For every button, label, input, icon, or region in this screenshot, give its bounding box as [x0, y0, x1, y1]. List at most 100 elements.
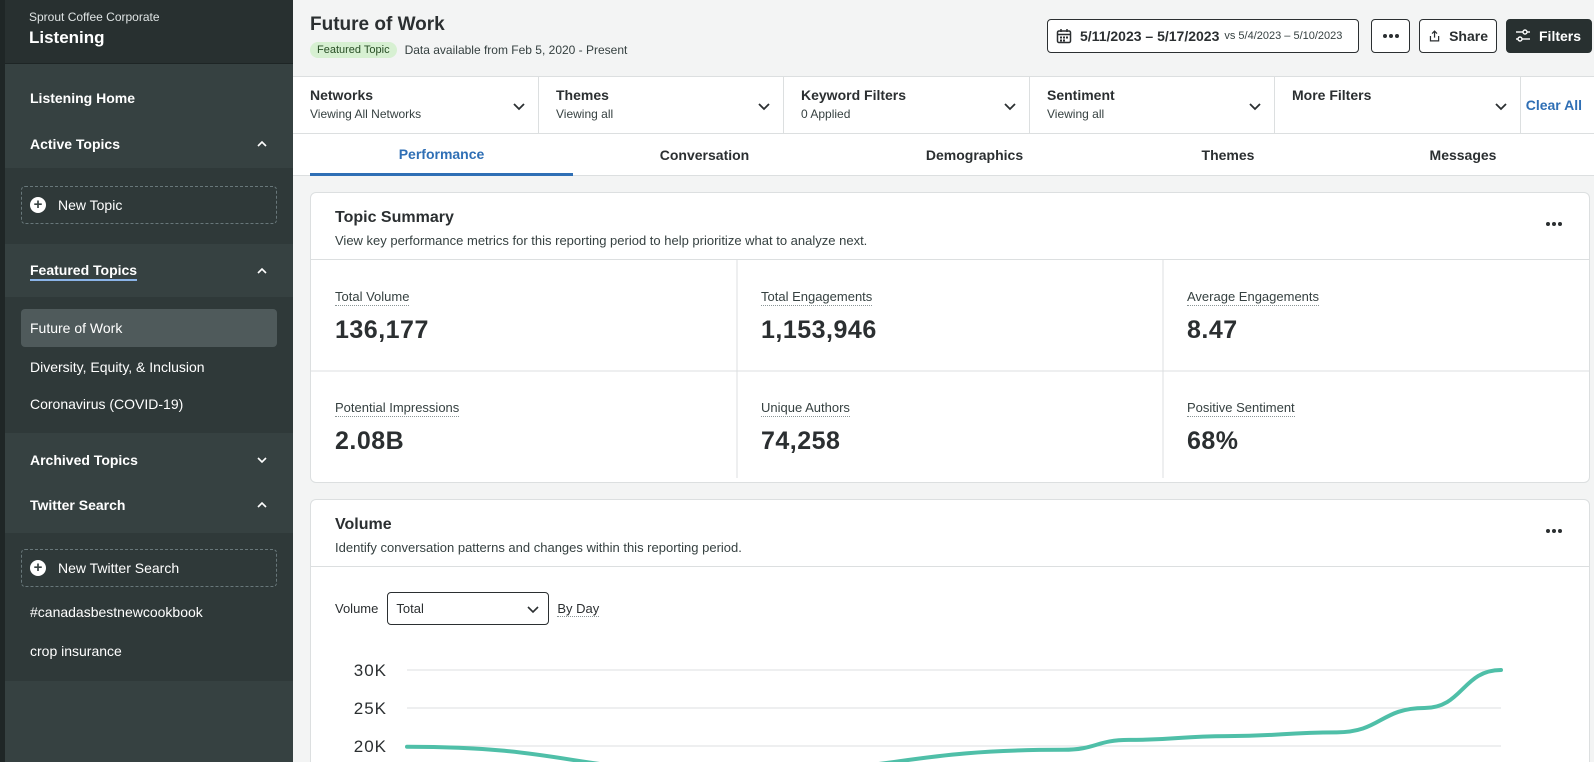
featured-topic-badge: Featured Topic [310, 42, 397, 58]
sidebar-item-label: Listening Home [30, 90, 136, 106]
card-description: View key performance metrics for this re… [335, 233, 868, 248]
featured-topic-item-selected[interactable]: Future of Work [21, 309, 277, 347]
tab-conversation[interactable]: Conversation [573, 134, 836, 176]
tab-themes[interactable]: Themes [1113, 134, 1343, 176]
calendar-icon [1056, 29, 1072, 44]
metric-total-volume: Total Volume 136,177 [311, 260, 737, 369]
card-title: Topic Summary [335, 209, 454, 226]
chevron-down-icon [513, 103, 525, 111]
filter-title: Sentiment [1047, 87, 1115, 103]
volume-type-select[interactable]: Total [387, 592, 550, 625]
filters-label: Filters [1539, 28, 1582, 44]
metric-label[interactable]: Total Engagements [761, 289, 873, 306]
filter-bar: Networks Viewing All Networks Themes Vie… [293, 76, 1594, 134]
volume-control-label: Volume [335, 601, 379, 616]
topic-meta: Featured Topic Data available from Feb 5… [310, 42, 627, 58]
section-label: Featured Topics [30, 262, 138, 281]
tab-messages[interactable]: Messages [1343, 134, 1583, 176]
card-more-button[interactable] [1545, 215, 1563, 227]
chevron-up-icon [257, 501, 267, 508]
y-tick-label: 25K [354, 699, 387, 718]
comparison-range-label: vs 5/4/2023 – 5/10/2023 [1224, 30, 1343, 42]
featured-topic-item[interactable]: Coronavirus (COVID-19) [5, 394, 293, 414]
filter-value: Viewing All Networks [310, 107, 422, 121]
sidebar-item-listening-home[interactable]: Listening Home [5, 88, 293, 108]
filter-themes[interactable]: Themes Viewing all [539, 77, 784, 134]
filter-value: Viewing all [1047, 107, 1105, 121]
filter-sentiment[interactable]: Sentiment Viewing all [1030, 77, 1275, 134]
more-horizontal-icon [1382, 34, 1399, 38]
main-content: Future of Work Featured Topic Data avail… [293, 0, 1594, 762]
chevron-down-icon [257, 457, 267, 464]
new-topic-button[interactable]: + New Topic [21, 186, 277, 224]
filter-title: Themes [556, 87, 609, 103]
sidebar-section-active-topics[interactable]: Active Topics [5, 134, 293, 154]
featured-topic-label: Coronavirus (COVID-19) [30, 396, 184, 412]
filters-button[interactable]: Filters [1506, 19, 1592, 53]
featured-topic-label: Future of Work [30, 320, 123, 336]
sidebar-section-archived-topics[interactable]: Archived Topics [5, 450, 293, 470]
metric-label[interactable]: Potential Impressions [335, 400, 460, 417]
tab-demographics[interactable]: Demographics [836, 134, 1113, 176]
plus-circle-icon: + [30, 560, 46, 576]
page-title: Future of Work [310, 14, 445, 35]
metric-value: 1,153,946 [761, 316, 877, 344]
chevron-down-icon [527, 605, 539, 613]
granularity-label[interactable]: By Day [557, 601, 600, 617]
filter-title: Networks [310, 87, 374, 103]
share-button[interactable]: Share [1419, 19, 1497, 53]
volume-series-line [405, 668, 1503, 762]
date-range-button[interactable]: 5/11/2023 – 5/17/2023 vs 5/4/2023 – 5/10… [1047, 19, 1359, 53]
chevron-up-icon [257, 140, 267, 147]
new-twitter-search-label: New Twitter Search [58, 560, 180, 576]
metric-positive-sentiment: Positive Sentiment 68% [1163, 371, 1589, 480]
filter-keyword[interactable]: Keyword Filters 0 Applied [784, 77, 1030, 134]
chevron-down-icon [1495, 103, 1507, 111]
chevron-down-icon [758, 103, 770, 111]
tab-performance[interactable]: Performance [310, 134, 573, 176]
metric-label[interactable]: Positive Sentiment [1187, 400, 1295, 417]
card-divider [311, 566, 1589, 567]
card-title: Volume [335, 516, 392, 533]
report-tabs: Performance Conversation Demographics Th… [293, 134, 1594, 176]
metric-value: 8.47 [1187, 316, 1238, 344]
metric-unique-authors: Unique Authors 74,258 [737, 371, 1163, 480]
more-horizontal-icon [1546, 222, 1562, 226]
share-label: Share [1449, 28, 1488, 44]
chevron-up-icon [257, 267, 267, 274]
plus-circle-icon: + [30, 197, 46, 213]
y-tick-label: 30K [354, 661, 387, 680]
metric-potential-impressions: Potential Impressions 2.08B [311, 371, 737, 480]
filter-value: 0 Applied [801, 107, 851, 121]
filter-more[interactable]: More Filters [1275, 77, 1521, 134]
clear-all-link[interactable]: Clear All [1526, 97, 1582, 113]
share-icon [1429, 30, 1440, 42]
more-options-button[interactable] [1371, 19, 1410, 53]
twitter-search-label: crop insurance [30, 643, 122, 659]
new-twitter-search-button[interactable]: + New Twitter Search [21, 549, 277, 587]
volume-controls: Volume Total By Day [335, 592, 600, 625]
sidebar: Sprout Coffee Corporate Listening Listen… [0, 0, 293, 762]
volume-line-chart: 30K 25K 20K [354, 661, 1503, 762]
filter-value: Viewing all [556, 107, 614, 121]
filter-networks[interactable]: Networks Viewing All Networks [293, 77, 539, 134]
metric-label[interactable]: Total Volume [335, 289, 410, 306]
card-more-button[interactable] [1545, 522, 1563, 534]
featured-topic-item[interactable]: Diversity, Equity, & Inclusion [5, 357, 293, 377]
twitter-search-item[interactable]: crop insurance [5, 641, 293, 661]
twitter-search-item[interactable]: #canadasbestnewcookbook [5, 602, 293, 622]
metric-total-engagements: Total Engagements 1,153,946 [737, 260, 1163, 369]
metric-average-engagements: Average Engagements 8.47 [1163, 260, 1589, 369]
metric-label[interactable]: Unique Authors [761, 400, 850, 417]
sidebar-section-featured-topics[interactable]: Featured Topics [5, 260, 293, 282]
metric-value: 74,258 [761, 427, 841, 455]
card-description: Identify conversation patterns and chang… [335, 540, 742, 555]
chevron-down-icon [1249, 103, 1261, 111]
chevron-down-icon [1004, 103, 1016, 111]
metric-value: 68% [1187, 427, 1239, 455]
sliders-icon [1516, 29, 1530, 42]
y-tick-label: 20K [354, 737, 387, 756]
sidebar-section-twitter-search[interactable]: Twitter Search [5, 495, 293, 515]
date-range-label: 5/11/2023 – 5/17/2023 [1080, 28, 1220, 44]
metric-label[interactable]: Average Engagements [1187, 289, 1320, 306]
